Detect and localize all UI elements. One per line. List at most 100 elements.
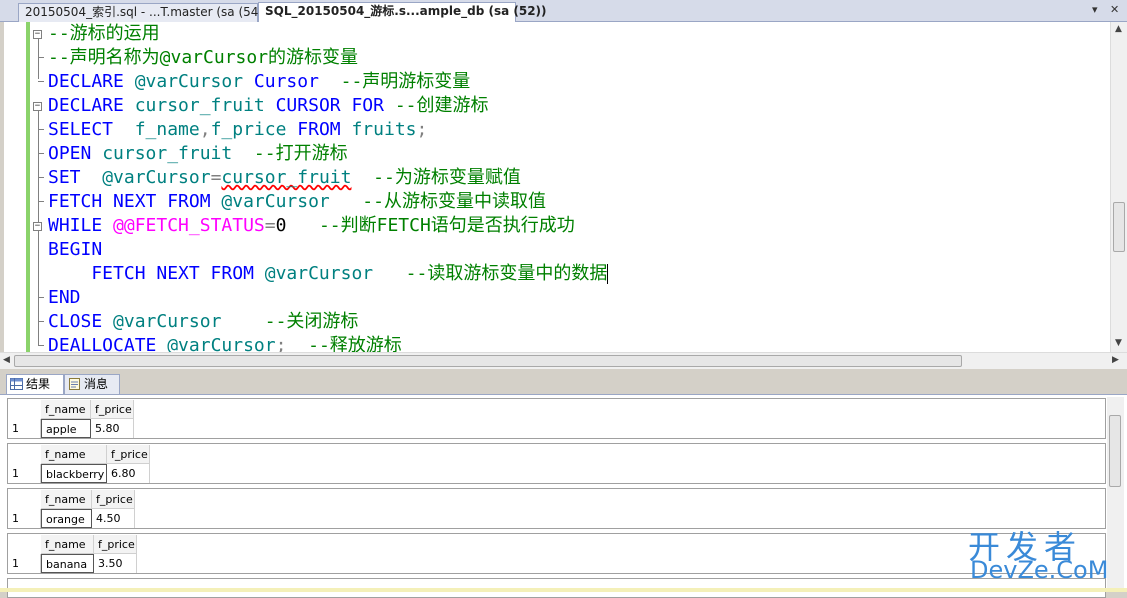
code-token: f_name xyxy=(134,119,200,140)
grid-cell[interactable]: blackberry xyxy=(41,464,107,483)
code-token: cursor_fruit xyxy=(134,95,276,116)
code-line[interactable]: DECLARE cursor_fruit CURSOR FOR --创建游标 xyxy=(48,94,489,118)
code-token: Cursor xyxy=(253,71,341,92)
code-token: FETCH NEXT FROM xyxy=(48,263,265,284)
column-header[interactable]: f_price xyxy=(94,535,137,554)
code-token: DECLARE xyxy=(48,95,135,116)
results-tab-bar: 结果 消息 xyxy=(0,372,1127,394)
document-tab-bar: 20150504_索引.sql - ...T.master (sa (54)) … xyxy=(0,0,1127,23)
code-line[interactable]: WHILE @@FETCH_STATUS=0 --判断FETCH语句是否执行成功 xyxy=(48,214,575,238)
code-line[interactable]: --声明名称为@varCursor的游标变量 xyxy=(48,46,358,70)
code-token: DEALLOCATE xyxy=(48,335,168,352)
code-token: CLOSE xyxy=(48,311,114,332)
editor-horizontal-scrollbar[interactable]: ◀ ▶ xyxy=(0,352,1127,369)
column-header[interactable]: f_name xyxy=(41,400,91,419)
editor-vscroll-thumb[interactable] xyxy=(1113,202,1125,252)
message-icon xyxy=(69,378,80,390)
query-editor[interactable]: − − − --游标的运用 --声明名称为@varCursor的游标变量 DECLA… xyxy=(0,22,1110,352)
code-token: --创建游标 xyxy=(394,95,489,116)
text-caret xyxy=(607,264,609,284)
grid-cell[interactable]: 5.80 xyxy=(91,419,134,438)
grid-cell[interactable]: 3.50 xyxy=(94,554,137,573)
grid-cell[interactable]: apple xyxy=(41,419,91,438)
tab-cursor-sql[interactable]: SQL_20150504_游标.s...ample_db (sa (52)) xyxy=(258,2,547,23)
code-token: --声明游标变量 xyxy=(340,71,471,92)
scroll-down-icon[interactable]: ▼ xyxy=(1115,338,1122,348)
code-token: --释放游标 xyxy=(308,335,402,352)
tab-results[interactable]: 结果 xyxy=(6,374,64,394)
code-line[interactable]: DEALLOCATE @varCursor; --释放游标 xyxy=(48,334,402,352)
code-line[interactable]: END xyxy=(48,286,81,310)
code-token: --为游标变量赋值 xyxy=(373,167,521,188)
code-line[interactable]: --游标的运用 xyxy=(48,22,160,46)
editor-vertical-scrollbar[interactable]: ▲ ▼ xyxy=(1110,22,1127,352)
editor-margin xyxy=(0,22,4,352)
code-token: WHILE xyxy=(48,215,114,236)
code-line[interactable]: FETCH NEXT FROM @varCursor --读取游标变量中的数据 xyxy=(48,262,609,286)
code-token: @varCursor xyxy=(221,191,363,212)
code-token: OPEN xyxy=(48,143,103,164)
row-number[interactable]: 1 xyxy=(8,509,41,528)
code-token: SET xyxy=(48,167,103,188)
close-tab-icon[interactable]: ✕ xyxy=(1110,3,1119,16)
code-line[interactable]: SELECT f_name,f_price FROM fruits; xyxy=(48,118,427,142)
code-line[interactable]: CLOSE @varCursor --关闭游标 xyxy=(48,310,358,334)
code-token: @@FETCH_STATUS xyxy=(113,215,265,236)
results-vertical-scrollbar[interactable] xyxy=(1107,397,1124,592)
result-grid[interactable]: f_name f_price 1 orange 4.50 xyxy=(7,488,1106,529)
code-token: --打开游标 xyxy=(253,143,348,164)
column-header[interactable]: f_name xyxy=(41,535,94,554)
code-token: cursor_fruit xyxy=(102,143,254,164)
code-token: f_price xyxy=(210,119,298,140)
code-token: --读取游标变量中的数据 xyxy=(405,263,608,284)
outline-line xyxy=(38,39,39,79)
code-line[interactable]: OPEN cursor_fruit --打开游标 xyxy=(48,142,348,166)
code-token: SELECT xyxy=(48,119,135,140)
code-line[interactable]: FETCH NEXT FROM @varCursor --从游标变量中读取值 xyxy=(48,190,546,214)
row-number[interactable]: 1 xyxy=(8,419,41,438)
scroll-left-icon[interactable]: ◀ xyxy=(3,355,10,365)
tab-cursor-sql-label: SQL_20150504_游标.s...ample_db (sa (52)) xyxy=(265,4,547,18)
grid-cell[interactable]: 6.80 xyxy=(107,464,150,483)
result-grid[interactable]: f_name f_price 1 banana 3.50 xyxy=(7,533,1106,574)
code-token: @varCursor xyxy=(102,167,211,188)
code-token: --游标的运用 xyxy=(48,23,160,44)
code-line[interactable]: BEGIN xyxy=(48,238,102,262)
result-grid[interactable]: f_name f_price 1 apple 5.80 xyxy=(7,398,1106,439)
grid-cell[interactable]: banana xyxy=(41,554,94,573)
code-token: fruits xyxy=(351,119,417,140)
editor-hscroll-thumb[interactable] xyxy=(14,355,962,367)
column-header[interactable]: f_price xyxy=(91,400,134,419)
column-header[interactable]: f_price xyxy=(92,490,135,509)
code-token: FETCH NEXT FROM xyxy=(48,191,222,212)
code-token: --从游标变量中读取值 xyxy=(362,191,546,212)
code-token: END xyxy=(48,287,81,308)
code-token: @varCursor xyxy=(134,71,254,92)
column-header[interactable]: f_name xyxy=(41,445,107,464)
status-bar xyxy=(0,588,1127,592)
scroll-right-icon[interactable]: ▶ xyxy=(1112,355,1119,365)
code-token: 0 xyxy=(275,215,319,236)
row-number[interactable]: 1 xyxy=(8,464,41,483)
grid-cell[interactable]: 4.50 xyxy=(92,509,135,528)
tab-list-dropdown-icon[interactable]: ▾ xyxy=(1092,3,1098,16)
collapse-region-icon[interactable]: − xyxy=(33,102,42,111)
tab-index-sql[interactable]: 20150504_索引.sql - ...T.master (sa (54)) xyxy=(18,3,268,22)
collapse-region-icon[interactable]: − xyxy=(33,30,42,39)
row-number[interactable]: 1 xyxy=(8,554,41,573)
code-line[interactable]: DECLARE @varCursor Cursor --声明游标变量 xyxy=(48,70,470,94)
tab-index-sql-label: 20150504_索引.sql - ...T.master (sa (54)) xyxy=(25,5,268,19)
code-token: --判断FETCH语句是否执行成功 xyxy=(318,215,575,236)
code-token: cursor_fruit xyxy=(221,167,352,188)
code-line[interactable]: SET @varCursor=cursor_fruit --为游标变量赋值 xyxy=(48,166,521,190)
scroll-up-icon[interactable]: ▲ xyxy=(1115,24,1122,34)
collapse-region-icon[interactable]: − xyxy=(33,222,42,231)
result-grid[interactable]: f_name f_price 1 blackberry 6.80 xyxy=(7,443,1106,484)
tab-messages[interactable]: 消息 xyxy=(64,374,120,394)
results-vscroll-thumb[interactable] xyxy=(1109,415,1121,487)
column-header[interactable]: f_price xyxy=(107,445,150,464)
grid-icon xyxy=(10,378,23,390)
column-header[interactable]: f_name xyxy=(41,490,92,509)
grid-cell[interactable]: orange xyxy=(41,509,92,528)
